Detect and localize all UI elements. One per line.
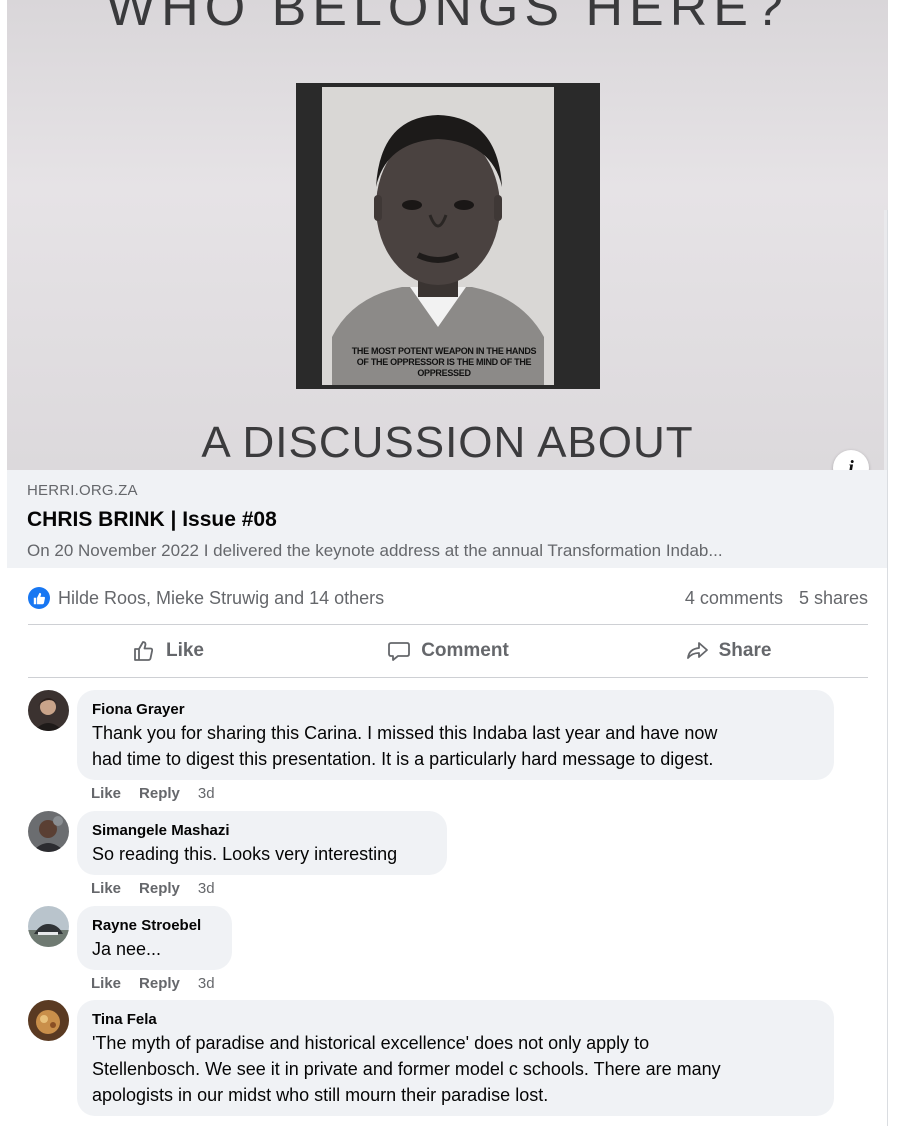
comment-bubble: Rayne Stroebel Ja nee...: [77, 906, 232, 970]
comment-text-line: Ja nee...: [92, 939, 162, 959]
comment-author[interactable]: Tina Fela: [92, 1011, 819, 1028]
link-description: On 20 November 2022 I delivered the keyn…: [27, 541, 723, 560]
shares-count[interactable]: 5 shares: [799, 588, 868, 609]
comment-bubble: Simangele Mashazi So reading this. Looks…: [77, 811, 447, 875]
comments-count[interactable]: 4 comments: [685, 588, 783, 609]
avatar[interactable]: [28, 690, 69, 731]
portrait-frame: THE MOST POTENT WEAPON IN THE HANDS OF T…: [296, 83, 600, 389]
thumbs-up-icon: [28, 587, 50, 609]
share-label: Share: [718, 640, 772, 661]
comment-actions: Like Reply 3d: [91, 785, 215, 802]
link-preview-image[interactable]: WHO BELONGS HERE? THE MOST POTENT WEAPON…: [7, 0, 888, 470]
comment-label: Comment: [421, 640, 509, 661]
comment-text-line: Thank you for sharing this Carina. I mis…: [92, 723, 718, 743]
comment-reply-button[interactable]: Reply: [139, 785, 180, 802]
reactions-left[interactable]: Hilde Roos, Mieke Struwig and 14 others: [28, 587, 384, 609]
comment-author[interactable]: Fiona Grayer: [92, 701, 819, 718]
comment-timestamp[interactable]: 3d: [198, 975, 215, 992]
engagement-counts: 4 comments 5 shares: [685, 588, 868, 609]
comment-actions: Like Reply 3d: [91, 880, 215, 897]
share-arrow-icon: [686, 642, 708, 659]
comment-text: So reading this. Looks very interesting: [92, 841, 432, 867]
portrait-figure: [322, 87, 554, 385]
like-label: Like: [165, 640, 205, 661]
comment-text: 'The myth of paradise and historical exc…: [92, 1030, 819, 1108]
comment-actions: Like Reply 3d: [91, 975, 215, 992]
comment-text-line: 'The myth of paradise and historical exc…: [92, 1033, 650, 1053]
share-button[interactable]: Share: [588, 626, 868, 676]
comment-reply-button[interactable]: Reply: [139, 880, 180, 897]
feed-border: [887, 210, 888, 1126]
avatar[interactable]: [28, 1000, 69, 1041]
poster-heading: WHO BELONGS HERE?: [106, 0, 789, 37]
comment-text-line: apologists in our midst who still mourn …: [92, 1085, 549, 1105]
avatar[interactable]: [28, 906, 69, 947]
link-title[interactable]: CHRIS BRINK | Issue #08: [27, 508, 868, 532]
portrait-caption-line: THE MOST POTENT WEAPON IN THE HANDS: [351, 346, 537, 356]
portrait-caption-line: OF THE OPPRESSOR IS THE MIND OF THE OPPR…: [356, 357, 532, 378]
comment-text-line: had time to digest this presentation. It…: [92, 749, 714, 769]
thumbs-up-icon: [134, 641, 154, 661]
comment-button[interactable]: Comment: [308, 626, 588, 676]
divider: [28, 624, 868, 625]
divider: [28, 677, 868, 678]
portrait-caption: THE MOST POTENT WEAPON IN THE HANDS OF T…: [342, 346, 546, 379]
reactions-names[interactable]: Hilde Roos, Mieke Struwig and 14 others: [58, 588, 384, 609]
comment-text: Ja nee...: [92, 936, 217, 962]
comment-timestamp[interactable]: 3d: [198, 785, 215, 802]
poster-subheading: A DISCUSSION ABOUT: [201, 418, 694, 467]
comment-reply-button[interactable]: Reply: [139, 975, 180, 992]
comment-author[interactable]: Rayne Stroebel: [92, 917, 217, 934]
comment-like-button[interactable]: Like: [91, 975, 121, 992]
comment-text-line: So reading this. Looks very interesting: [92, 844, 398, 864]
action-bar: Like Comment Share: [28, 626, 868, 676]
comment-author[interactable]: Simangele Mashazi: [92, 822, 432, 839]
comment-bubble: Fiona Grayer Thank you for sharing this …: [77, 690, 834, 780]
comment-timestamp[interactable]: 3d: [198, 880, 215, 897]
comment-like-button[interactable]: Like: [91, 785, 121, 802]
avatar[interactable]: [28, 811, 69, 852]
comment-text: Thank you for sharing this Carina. I mis…: [92, 720, 819, 772]
portrait-photo: THE MOST POTENT WEAPON IN THE HANDS OF T…: [322, 87, 554, 385]
link-meta[interactable]: HERRI.ORG.ZA CHRIS BRINK | Issue #08 On …: [7, 470, 888, 568]
reactions-summary: Hilde Roos, Mieke Struwig and 14 others …: [28, 583, 868, 613]
comment-like-button[interactable]: Like: [91, 880, 121, 897]
comment-text-line: Stellenbosch. We see it in private and f…: [92, 1059, 721, 1079]
like-button[interactable]: Like: [28, 626, 308, 676]
comment-bubble: Tina Fela 'The myth of paradise and hist…: [77, 1000, 834, 1116]
link-domain: HERRI.ORG.ZA: [27, 482, 138, 499]
speech-bubble-icon: [388, 642, 411, 661]
